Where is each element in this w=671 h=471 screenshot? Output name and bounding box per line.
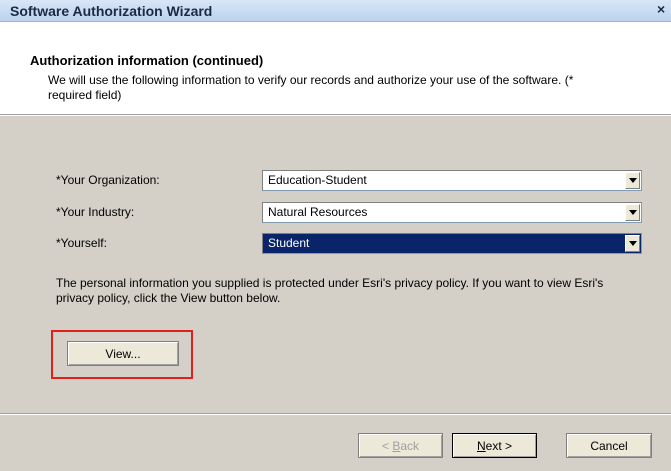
- page-description: We will use the following information to…: [48, 73, 574, 102]
- page-title: Authorization information (continued): [30, 53, 264, 68]
- back-rest: ack: [400, 438, 420, 453]
- organization-label: *Your Organization:: [56, 173, 160, 187]
- footer-divider: [0, 413, 671, 415]
- close-icon[interactable]: ×: [657, 1, 671, 19]
- industry-label: *Your Industry:: [56, 205, 135, 219]
- next-rest: ext >: [485, 438, 513, 453]
- window-title: Software Authorization Wizard: [10, 3, 213, 19]
- wizard-header: Authorization information (continued) We…: [0, 22, 671, 115]
- next-mnemonic: N: [476, 438, 486, 453]
- back-button[interactable]: < Back: [358, 433, 443, 458]
- next-button[interactable]: Next >: [452, 433, 537, 458]
- title-bar: Software Authorization Wizard ×: [0, 0, 671, 22]
- privacy-notice: The personal information you supplied is…: [56, 276, 604, 305]
- yourself-value: Student: [268, 236, 310, 250]
- back-prefix: <: [381, 438, 393, 453]
- organization-value: Education-Student: [268, 173, 367, 187]
- yourself-select[interactable]: Student: [262, 233, 642, 254]
- industry-select[interactable]: Natural Resources: [262, 202, 642, 223]
- organization-select[interactable]: Education-Student: [262, 170, 642, 191]
- chevron-down-icon: [628, 178, 637, 183]
- chevron-down-icon: [628, 241, 637, 246]
- dropdown-button[interactable]: [625, 204, 640, 221]
- yourself-label: *Yourself:: [56, 236, 107, 250]
- view-button[interactable]: View...: [67, 341, 179, 366]
- dropdown-button[interactable]: [625, 172, 640, 189]
- dropdown-button[interactable]: [625, 235, 640, 252]
- cancel-button[interactable]: Cancel: [566, 433, 652, 458]
- chevron-down-icon: [628, 210, 637, 215]
- back-mnemonic: B: [392, 438, 401, 453]
- industry-value: Natural Resources: [268, 205, 368, 219]
